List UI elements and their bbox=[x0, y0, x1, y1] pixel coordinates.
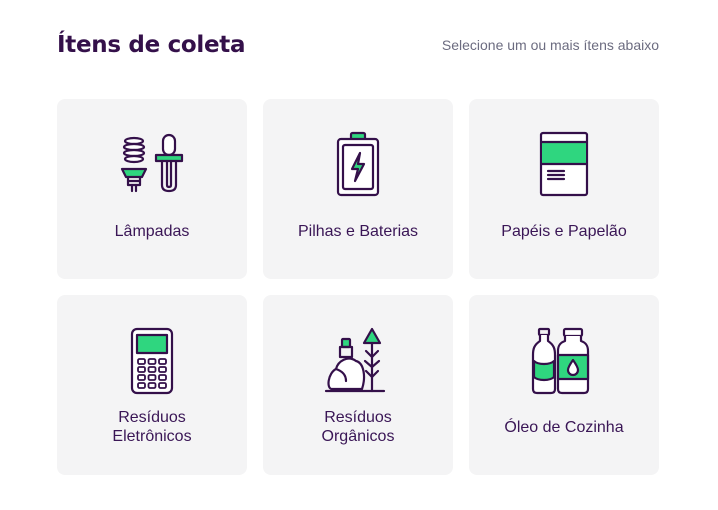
item-label: Lâmpadas bbox=[114, 222, 190, 240]
electronic-device-icon bbox=[116, 327, 188, 395]
item-card-organicos[interactable]: Resíduos Orgânicos bbox=[263, 295, 453, 475]
item-label: Papéis e Papelão bbox=[501, 222, 627, 240]
item-label: Resíduos Orgânicos bbox=[321, 409, 395, 445]
organic-waste-icon bbox=[322, 327, 394, 395]
page-title: Ítens de coleta bbox=[57, 32, 246, 58]
battery-icon bbox=[322, 131, 394, 199]
item-label: Resíduos Eletrônicos bbox=[112, 409, 192, 445]
page-subtitle: Selecione um ou mais ítens abaixo bbox=[441, 37, 659, 53]
item-card-lampadas[interactable]: Lâmpadas bbox=[57, 99, 247, 279]
item-label: Óleo de Cozinha bbox=[504, 418, 624, 436]
items-grid: Lâmpadas Pilhas e Baterias Papéis e Pape… bbox=[57, 99, 659, 475]
item-card-papeis[interactable]: Papéis e Papelão bbox=[469, 99, 659, 279]
item-label: Pilhas e Baterias bbox=[297, 222, 419, 240]
paper-icon bbox=[528, 131, 600, 199]
oil-bottles-icon bbox=[528, 327, 600, 395]
item-card-eletronicos[interactable]: Resíduos Eletrônicos bbox=[57, 295, 247, 475]
item-card-pilhas[interactable]: Pilhas e Baterias bbox=[263, 99, 453, 279]
item-card-oleo[interactable]: Óleo de Cozinha bbox=[469, 295, 659, 475]
page-header: Ítens de coleta Selecione um ou mais íte… bbox=[57, 28, 659, 62]
lamp-bulbs-icon bbox=[116, 131, 188, 199]
